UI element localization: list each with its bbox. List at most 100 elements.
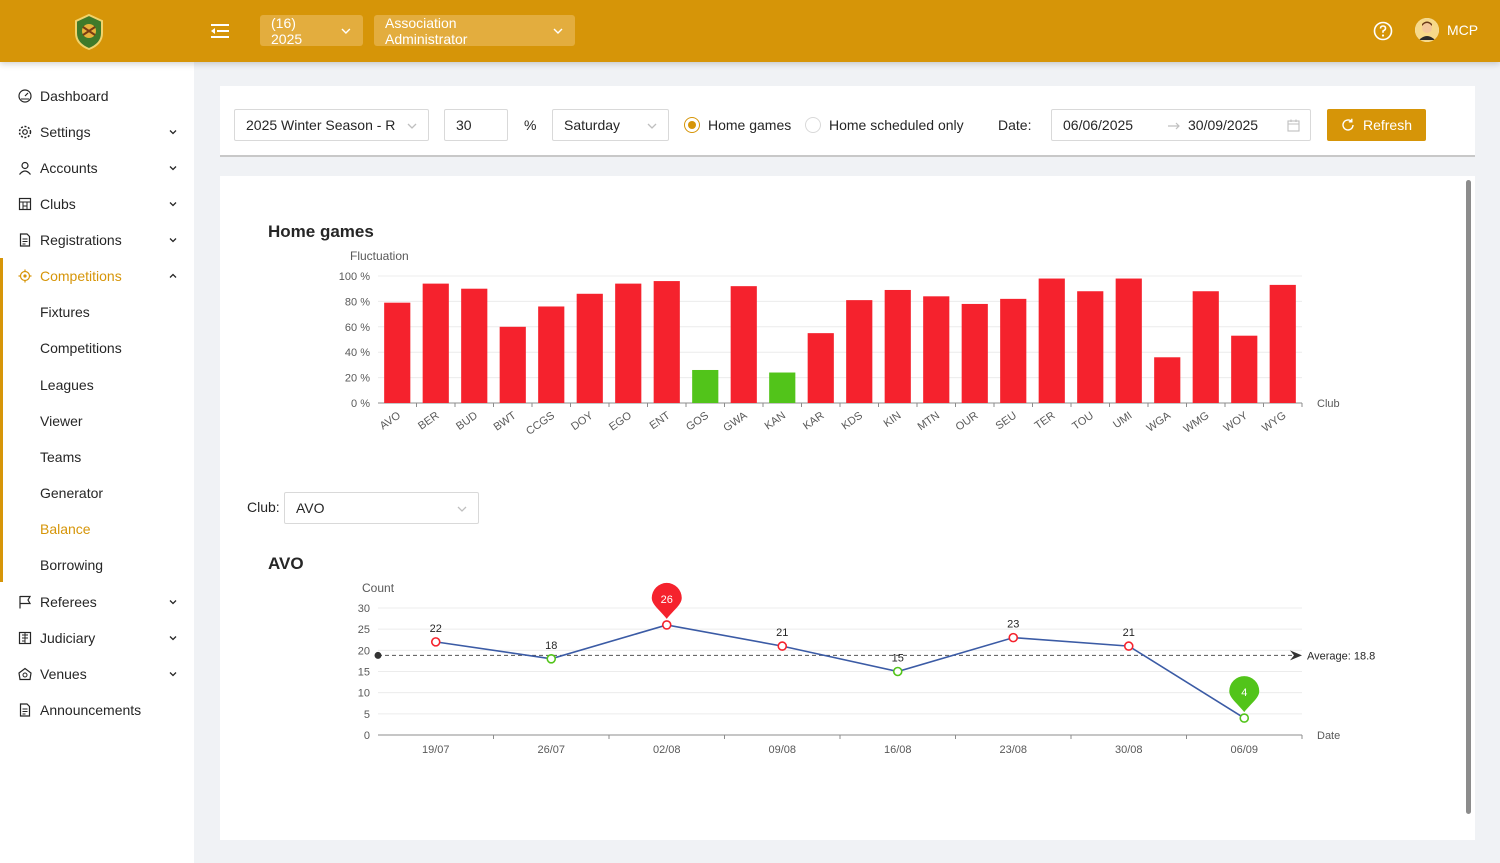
line-chart-point [892, 666, 903, 677]
sidebar-item-label: Settings [40, 124, 91, 140]
sidebar-item-label: Competitions [40, 268, 122, 284]
sidebar-item-label: Clubs [40, 196, 76, 212]
sidebar-item-competitions[interactable]: Competitions [0, 258, 194, 294]
bar-chart-bar [615, 283, 642, 403]
threshold-input[interactable]: 30 [444, 109, 508, 141]
sidebar-item-label: Leagues [40, 377, 94, 393]
bar-chart-x-axis-title: Club [1317, 398, 1340, 410]
scrollbar-thumb[interactable] [1466, 180, 1471, 814]
season-select-value: (16) 2025 [271, 14, 303, 47]
refresh-button[interactable]: Refresh [1327, 109, 1426, 141]
bar-chart-x-tick-label: KDS [840, 410, 865, 433]
chevron-down-icon [647, 123, 657, 129]
club-select[interactable]: AVO [284, 492, 479, 524]
sidebar-item-label: Announcements [40, 702, 142, 718]
home-scheduled-radio[interactable] [805, 117, 821, 133]
line-chart-x-tick-label: 09/08 [768, 744, 796, 756]
bar-chart-bar [1269, 284, 1296, 403]
line-chart-data-label: 18 [545, 640, 557, 652]
average-line-start-dot [374, 651, 382, 659]
sidebar-item-venues[interactable]: Venues [0, 656, 194, 692]
sidebar: Dashboard Settings Accounts Clubs Regist… [0, 62, 194, 863]
sidebar-subitem-competitions[interactable]: Competitions [0, 330, 194, 366]
line-chart-y-tick-label: 15 [358, 667, 370, 679]
line-chart-data-label: 21 [1123, 627, 1135, 639]
line-chart-y-tick-label: 20 [358, 645, 370, 657]
user-name[interactable]: MCP [1447, 22, 1478, 38]
line-chart-point [1239, 713, 1250, 723]
help-icon[interactable] [1373, 21, 1393, 41]
line-chart-data-label: 22 [430, 623, 442, 635]
line-chart-x-tick-label: 23/08 [999, 744, 1027, 756]
line-chart-point [430, 637, 441, 647]
percent-label: % [524, 117, 537, 133]
date-to-value[interactable]: 30/09/2025 [1188, 117, 1258, 133]
sidebar-item-settings[interactable]: Settings [0, 114, 194, 150]
line-chart-point [777, 641, 788, 651]
chevron-down-icon [553, 28, 563, 34]
sidebar-subitem-balance[interactable]: Balance [0, 511, 194, 547]
calendar-icon [1287, 119, 1300, 132]
bar-chart-y-tick-label: 0 % [351, 398, 370, 410]
arrow-right-icon [1168, 122, 1180, 130]
refresh-button-label: Refresh [1362, 117, 1413, 133]
sidebar-item-label: Teams [40, 449, 82, 465]
home-scheduled-radio-label[interactable]: Home scheduled only [829, 117, 964, 133]
sidebar-item-label: Generator [40, 485, 104, 501]
extreme-value-pin-label: 4 [1241, 687, 1247, 699]
sidebar-item-label: Venues [40, 666, 87, 682]
menu-toggle-icon[interactable] [209, 21, 231, 41]
season-select[interactable]: (16) 2025 [260, 14, 363, 47]
building-icon [18, 197, 32, 211]
bar-chart-bar [422, 283, 449, 403]
sidebar-subitem-generator[interactable]: Generator [0, 475, 194, 511]
bar-chart-bar [653, 281, 680, 403]
bar-chart-x-tick-label: BER [416, 410, 441, 433]
line-chart-point [661, 620, 672, 630]
threshold-value: 30 [456, 117, 472, 133]
date-range-picker[interactable]: 06/06/2025 30/09/2025 [1051, 109, 1311, 141]
sidebar-item-registrations[interactable]: Registrations [0, 222, 194, 258]
day-select[interactable]: Saturday [552, 109, 669, 141]
bar-chart-bar [576, 293, 603, 403]
line-chart-y-tick-label: 25 [358, 624, 370, 636]
bar-chart-x-tick-label: KAN [763, 410, 788, 433]
bar-chart-x-tick-label: KIN [882, 410, 904, 430]
line-chart-point [1008, 632, 1019, 643]
line-chart-y-tick-label: 0 [364, 730, 370, 742]
sidebar-subitem-borrowing[interactable]: Borrowing [0, 547, 194, 583]
chevron-down-icon [169, 636, 177, 641]
bar-chart-y-tick-label: 80 % [345, 296, 370, 308]
association-logo-icon[interactable] [72, 13, 106, 51]
role-select[interactable]: Association Administrator [374, 15, 575, 47]
avatar[interactable] [1415, 18, 1439, 42]
bar-chart-bar [884, 289, 911, 403]
sidebar-item-label: Borrowing [40, 557, 104, 573]
bar-chart-bar [1038, 278, 1065, 403]
sidebar-item-announcements[interactable]: Announcements [0, 692, 194, 728]
chevron-down-icon [407, 123, 417, 129]
season-filter-value: 2025 Winter Season - R [246, 117, 396, 133]
sidebar-subitem-fixtures[interactable]: Fixtures [0, 294, 194, 330]
home-games-radio-label[interactable]: Home games [708, 117, 791, 133]
bar-chart-y-axis-title: Fluctuation [350, 249, 409, 263]
sidebar-item-accounts[interactable]: Accounts [0, 150, 194, 186]
sidebar-item-dashboard[interactable]: Dashboard [0, 78, 194, 114]
date-from-value[interactable]: 06/06/2025 [1063, 117, 1133, 133]
bar-chart-bar [1192, 291, 1219, 403]
sidebar-item-label: Competitions [40, 340, 122, 356]
sidebar-subitem-teams[interactable]: Teams [0, 439, 194, 475]
sidebar-item-judiciary[interactable]: Judiciary [0, 620, 194, 656]
sidebar-item-clubs[interactable]: Clubs [0, 186, 194, 222]
home-games-radio[interactable] [684, 117, 700, 133]
chevron-down-icon [169, 202, 177, 207]
sidebar-subitem-viewer[interactable]: Viewer [0, 403, 194, 439]
average-line-label: Average: 18.8 [1307, 650, 1375, 662]
bar-chart-x-tick-label: OUR [954, 410, 981, 434]
sidebar-item-referees[interactable]: Referees [0, 584, 194, 620]
sidebar-subitem-leagues[interactable]: Leagues [0, 367, 194, 403]
season-filter-select[interactable]: 2025 Winter Season - R [234, 109, 429, 141]
bar-chart-y-tick-label: 100 % [339, 271, 370, 283]
target-icon [18, 269, 32, 283]
user-avatar-icon [1415, 18, 1439, 42]
